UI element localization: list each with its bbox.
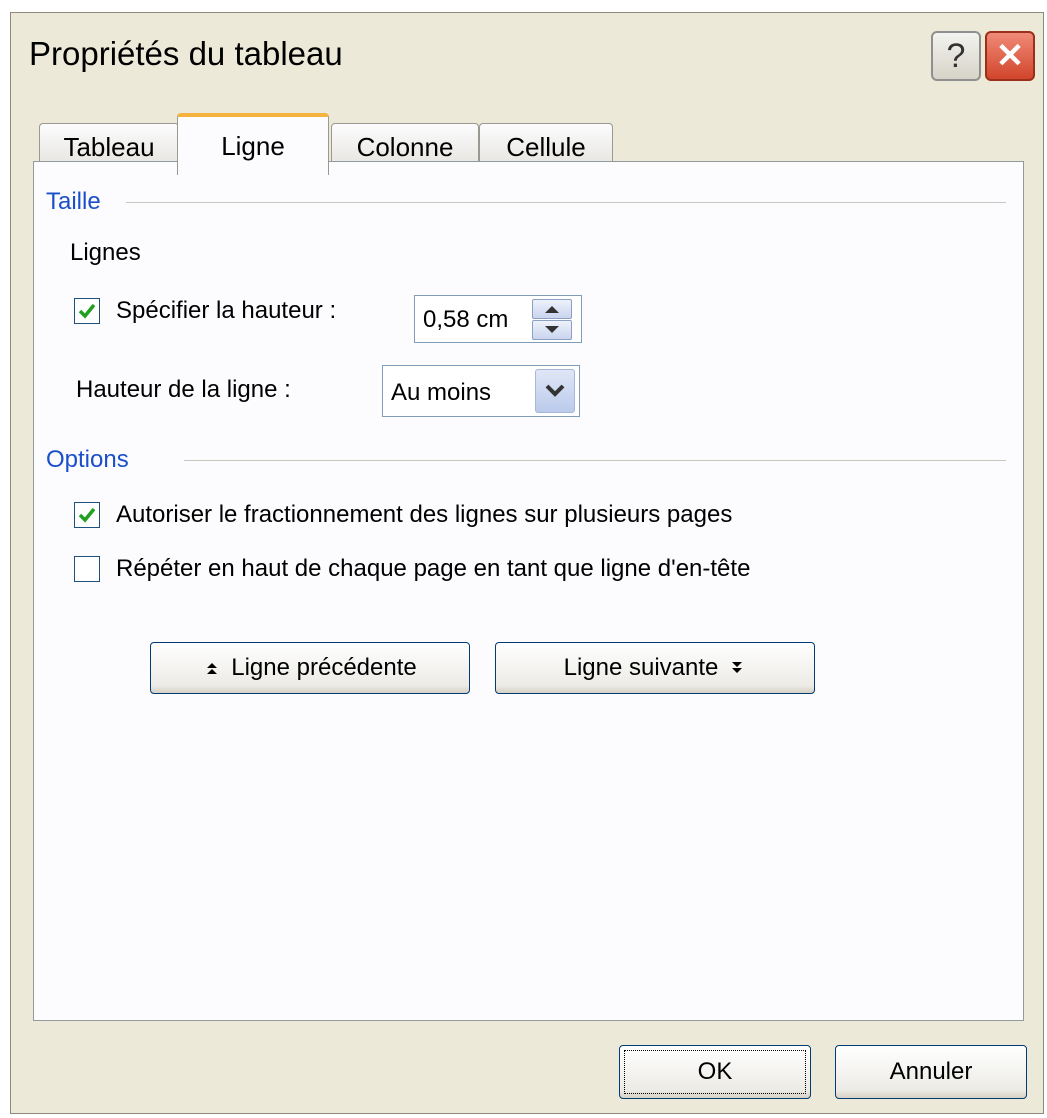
tab-label: Cellule xyxy=(506,132,586,162)
tab-ligne[interactable]: Ligne xyxy=(177,113,329,175)
arrow-down-icon xyxy=(732,662,743,673)
ok-button[interactable]: OK xyxy=(619,1045,811,1099)
checkmark-icon xyxy=(78,507,96,523)
specify-height-checkbox[interactable] xyxy=(74,298,100,324)
table-properties-dialog: Propriétés du tableau ? ✕ Tableau Ligne … xyxy=(10,12,1044,1114)
height-value: 0,58 cm xyxy=(423,306,509,333)
chevron-down-icon xyxy=(545,384,565,397)
repeat-header-checkbox[interactable] xyxy=(74,556,100,582)
focus-outline xyxy=(624,1050,806,1094)
lignes-label: Lignes xyxy=(70,239,141,266)
repeat-header-label: Répéter en haut de chaque page en tant q… xyxy=(116,555,751,582)
dropdown-button[interactable] xyxy=(535,369,575,413)
next-row-label: Ligne suivante xyxy=(563,654,719,681)
row-height-dropdown[interactable]: Au moins xyxy=(382,365,580,417)
specify-height-label: Spécifier la hauteur : xyxy=(116,297,337,324)
taille-divider xyxy=(126,202,1006,203)
cancel-button[interactable]: Annuler xyxy=(835,1045,1027,1099)
window-title: Propriétés du tableau xyxy=(29,35,343,72)
help-button[interactable]: ? xyxy=(931,31,981,81)
arrow-up-icon xyxy=(207,663,218,674)
close-button[interactable]: ✕ xyxy=(985,31,1035,81)
row-height-label: Hauteur de la ligne : xyxy=(76,376,291,403)
tab-panel-ligne: Taille Lignes Spécifier la hauteur : 0,5… xyxy=(33,161,1024,1021)
close-icon: ✕ xyxy=(995,37,1025,75)
help-icon: ? xyxy=(946,36,966,75)
spin-up-icon xyxy=(545,306,559,313)
next-row-button[interactable]: Ligne suivante xyxy=(495,642,815,694)
allow-break-checkbox[interactable] xyxy=(74,502,100,528)
taille-group-label: Taille xyxy=(46,188,101,215)
height-spinbox[interactable]: 0,58 cm xyxy=(414,295,582,343)
tab-label: Tableau xyxy=(63,132,155,162)
spin-down-button[interactable] xyxy=(532,320,572,340)
options-group-label: Options xyxy=(46,446,129,473)
row-height-value: Au moins xyxy=(391,379,492,406)
previous-row-label: Ligne précédente xyxy=(231,654,417,681)
spin-up-button[interactable] xyxy=(532,299,572,319)
allow-break-label: Autoriser le fractionnement des lignes s… xyxy=(116,501,733,528)
options-divider xyxy=(184,460,1006,461)
previous-row-button[interactable]: Ligne précédente xyxy=(150,642,470,694)
tab-label: Colonne xyxy=(356,132,454,162)
cancel-label: Annuler xyxy=(889,1058,973,1085)
tab-label: Ligne xyxy=(221,130,285,161)
spin-down-icon xyxy=(545,326,559,333)
checkmark-icon xyxy=(78,303,96,319)
